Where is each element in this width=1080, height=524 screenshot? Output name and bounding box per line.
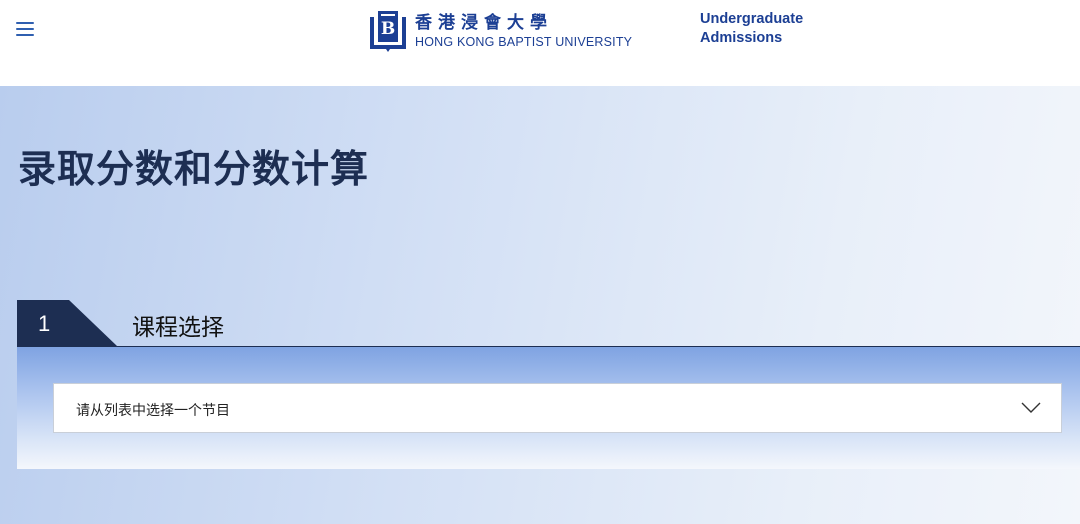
logo-name-zh: 香港浸會大學 [415, 13, 553, 33]
hero-section: 录取分数和分数计算 1 课程选择 请从列表中选择一个节目 [0, 86, 1080, 524]
section-link-line1: Undergraduate [700, 11, 804, 27]
logo-name-en: HONG KONG BAPTIST UNIVERSITY [415, 35, 633, 49]
university-logo[interactable]: B 香港浸會大學 HONG KONG BAPTIST UNIVERSITY [366, 8, 632, 54]
svg-text:B: B [381, 19, 395, 39]
undergraduate-admissions-link[interactable]: Undergraduate Admissions [700, 10, 803, 48]
hkbu-logo-icon: B [370, 11, 406, 52]
menu-icon[interactable] [14, 20, 38, 40]
step-number: 1 [38, 311, 51, 336]
step-badge [17, 300, 117, 346]
step-title: 课程选择 [132, 315, 224, 341]
programme-select-value: 请从列表中选择一个节目 [76, 403, 230, 419]
page-title: 录取分数和分数计算 [18, 147, 370, 191]
section-link-line2: Admissions [700, 30, 783, 46]
programme-select[interactable]: 请从列表中选择一个节目 [53, 383, 1062, 433]
site-header: B 香港浸會大學 HONG KONG BAPTIST UNIVERSITY Un… [0, 0, 1080, 86]
chevron-down-icon[interactable] [1021, 402, 1041, 414]
